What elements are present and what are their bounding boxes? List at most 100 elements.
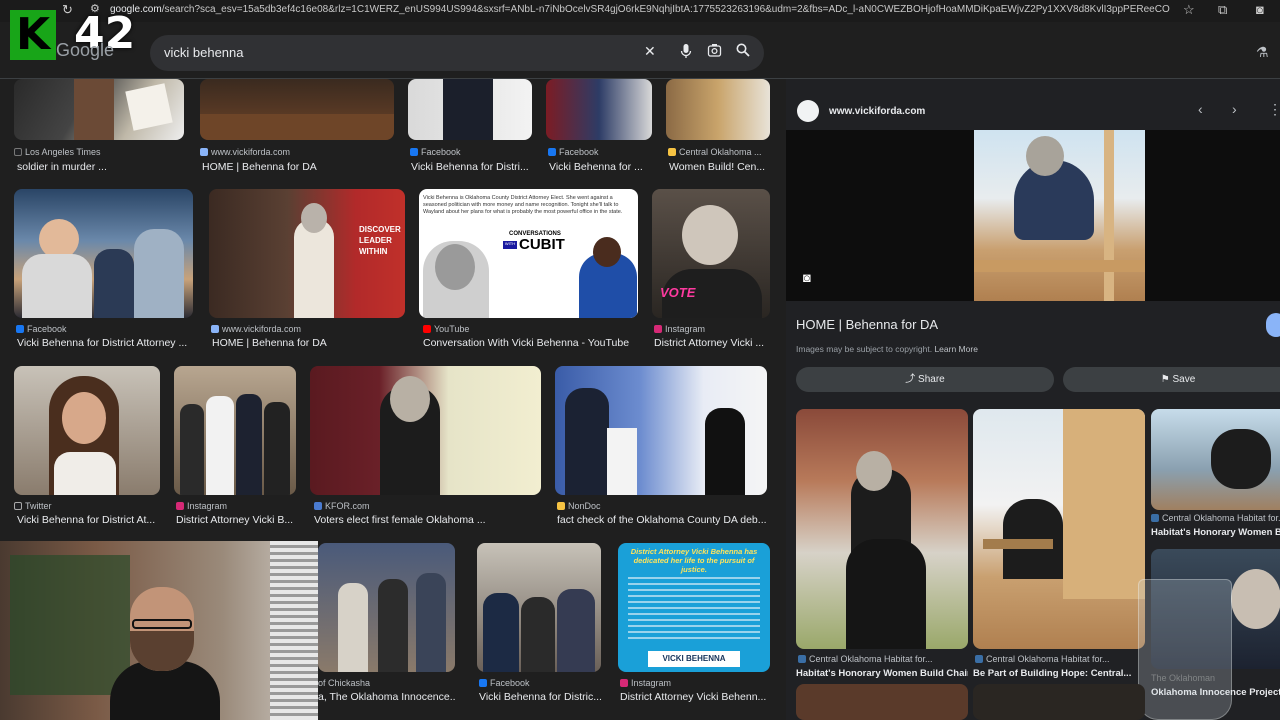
preview-title[interactable]: HOME | Behenna for DA [796, 317, 938, 332]
result-title[interactable]: Women Build! Cen... [669, 161, 770, 173]
result-source: Facebook [479, 678, 601, 688]
result-title[interactable]: Voters elect first female Oklahoma ... [314, 514, 541, 526]
cubit-brand: CUBIT [519, 236, 565, 253]
copyright-notice: Images may be subject to copyright. Lear… [796, 344, 978, 354]
google-logo[interactable]: Google [56, 40, 114, 61]
result-source: Instagram [654, 324, 770, 334]
result-thumbnail[interactable] [318, 543, 455, 672]
image-preview-panel: www.vickiforda.com ‹ › ⋮ ◙ HOME | Behenn… [786, 79, 1280, 720]
result-title[interactable]: a, The Oklahoma Innocence... [318, 691, 455, 703]
result-source: Instagram [176, 501, 296, 511]
related-title[interactable]: Habitat's Honorary Women Build Chair... [796, 668, 968, 679]
result-thumbnail[interactable]: Vicki Behenna is Oklahoma County Distric… [419, 189, 638, 318]
result-thumbnail[interactable] [174, 366, 296, 495]
related-source: Central Oklahoma Habitat for... [975, 654, 1145, 664]
related-source: Central Oklahoma Habitat for... [1151, 513, 1280, 523]
related-thumbnail[interactable] [1151, 409, 1280, 510]
related-source: Central Oklahoma Habitat for... [798, 654, 968, 664]
related-thumbnail[interactable] [796, 684, 968, 720]
stream-logo-k: K [10, 10, 56, 60]
result-title[interactable]: Vicki Behenna for District Attorney ... [17, 337, 194, 349]
result-title[interactable]: Conversation With Vicki Behenna - YouTub… [423, 337, 638, 349]
share-icon: ⤴ [905, 374, 916, 385]
glass-cup-overlay [1138, 579, 1232, 720]
result-thumbnail[interactable] [310, 366, 541, 495]
result-title[interactable]: Vicki Behenna for Distric... [479, 691, 601, 703]
result-title[interactable]: Vicki Behenna for ... [549, 161, 652, 173]
result-title[interactable]: HOME | Behenna for DA [202, 161, 394, 173]
result-title[interactable]: Vicki Behenna for Distri... [411, 161, 532, 173]
webcam-overlay [0, 541, 318, 720]
result-title[interactable]: District Attorney Vicki Behenn... [620, 691, 770, 703]
result-source: of Chickasha [318, 678, 371, 688]
result-thumbnail[interactable] [200, 79, 394, 140]
microphone-icon[interactable] [680, 43, 692, 62]
result-thumbnail[interactable] [14, 366, 160, 495]
result-thumbnail[interactable] [408, 79, 532, 140]
related-thumbnail[interactable] [973, 409, 1145, 649]
url-path: /search?sca_esv=15a5db3ef4c16e08&rlz=1C1… [161, 4, 1170, 15]
result-thumbnail[interactable] [666, 79, 770, 140]
result-source: Facebook [410, 147, 532, 157]
result-thumbnail[interactable]: District Attorney Vicki Behenna has dedi… [618, 543, 770, 672]
search-input[interactable]: vicki behenna [164, 45, 244, 60]
preview-photo [974, 130, 1145, 301]
visit-button[interactable] [1266, 313, 1280, 337]
result-title[interactable]: Vicki Behenna for District At... [17, 514, 160, 526]
share-button[interactable]: ⤴ Share [796, 367, 1054, 392]
related-title[interactable]: Habitat's Honorary Women Buil... [1151, 527, 1280, 538]
result-source: Facebook [548, 147, 652, 157]
account-icon[interactable]: ◙ [1256, 2, 1264, 17]
result-thumbnail[interactable] [14, 189, 193, 318]
star-icon[interactable]: ☆ [1183, 2, 1195, 18]
poster-brand: VICKI BEHENNA [648, 651, 740, 667]
cubit-brand-with: WITH [503, 241, 517, 249]
related-thumbnail[interactable] [796, 409, 968, 649]
result-thumbnail[interactable]: DISCOVER LEADER WITHIN [209, 189, 405, 318]
related-title[interactable]: Be Part of Building Hope: Central... [973, 668, 1145, 679]
lens-icon[interactable] [707, 43, 722, 61]
result-title[interactable]: HOME | Behenna for DA [212, 337, 405, 349]
poster-headline: District Attorney Vicki Behenna has dedi… [630, 547, 758, 574]
extensions-icon[interactable]: ⧉ [1218, 2, 1227, 18]
result-source: www.vickiforda.com [211, 324, 405, 334]
result-source: KFOR.com [314, 501, 541, 511]
save-button[interactable]: ⚑ Save [1063, 367, 1280, 392]
sign-text: WITHIN [359, 247, 388, 256]
result-source: www.vickiforda.com [200, 147, 394, 157]
browser-toolbar: ← ↻ ⚙ google.com/search?sca_esv=15a5db3e… [0, 0, 1280, 22]
result-thumbnail[interactable] [546, 79, 652, 140]
result-source: YouTube [423, 324, 637, 334]
result-source: Los Angeles Times [14, 147, 184, 157]
result-thumbnail[interactable] [555, 366, 767, 495]
preview-site-name[interactable]: www.vickiforda.com [829, 106, 925, 117]
address-bar[interactable]: google.com/search?sca_esv=15a5db3ef4c16e… [110, 4, 1170, 15]
result-title[interactable]: soldier in murder ... [17, 161, 185, 173]
learn-more-link[interactable]: Learn More [934, 344, 977, 354]
result-thumbnail[interactable] [14, 79, 184, 140]
preview-image[interactable]: ◙ [786, 130, 1280, 301]
sign-text: DISCOVER [359, 225, 401, 234]
result-source: Facebook [16, 324, 194, 334]
result-source: Twitter [14, 501, 160, 511]
labs-flask-icon[interactable]: ⚗ [1256, 44, 1269, 61]
vote-logo-text: VOTE [660, 285, 696, 300]
result-thumbnail[interactable] [477, 543, 601, 672]
lens-search-icon[interactable]: ◙ [803, 270, 811, 285]
clear-icon[interactable]: ✕ [644, 43, 656, 60]
result-title[interactable]: District Attorney Vicki ... [654, 337, 770, 349]
result-source: Central Oklahoma ... [668, 147, 770, 157]
search-icon[interactable] [736, 43, 750, 60]
next-icon[interactable]: › [1232, 101, 1237, 117]
site-favicon [797, 100, 819, 122]
search-bar[interactable]: vicki behenna ✕ [150, 35, 764, 71]
result-title[interactable]: fact check of the Oklahoma County DA deb… [557, 514, 767, 526]
result-title[interactable]: District Attorney Vicki B... [176, 514, 296, 526]
result-thumbnail[interactable]: VOTE [652, 189, 770, 318]
sign-text: LEADER [359, 236, 392, 245]
bookmark-icon: ⚑ [1160, 374, 1170, 385]
reload-icon[interactable]: ↻ [62, 2, 73, 18]
related-thumbnail[interactable] [973, 684, 1145, 720]
previous-icon[interactable]: ‹ [1198, 101, 1203, 117]
more-options-icon[interactable]: ⋮ [1268, 101, 1280, 118]
